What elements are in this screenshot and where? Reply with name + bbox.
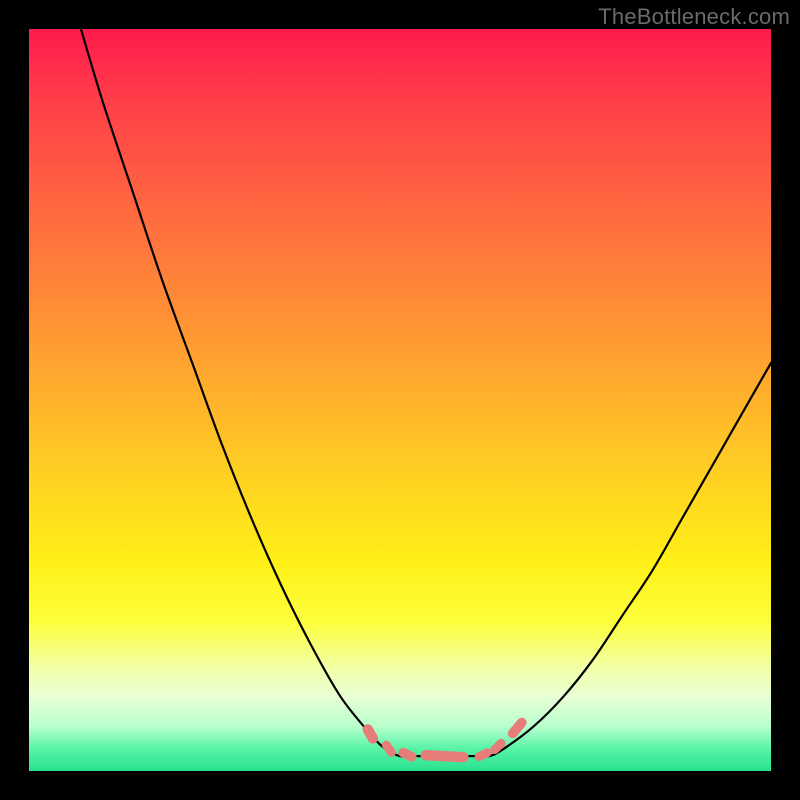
plot-area — [29, 29, 771, 771]
marker-pill — [361, 722, 380, 745]
marker-pill — [397, 746, 419, 763]
marker-pill — [420, 750, 469, 763]
marker-pill — [506, 716, 529, 740]
outer-frame: TheBottleneck.com — [0, 0, 800, 800]
marker-pill — [473, 747, 493, 763]
bottom-markers — [29, 29, 771, 771]
watermark-label: TheBottleneck.com — [598, 4, 790, 30]
marker-pill — [380, 739, 398, 759]
